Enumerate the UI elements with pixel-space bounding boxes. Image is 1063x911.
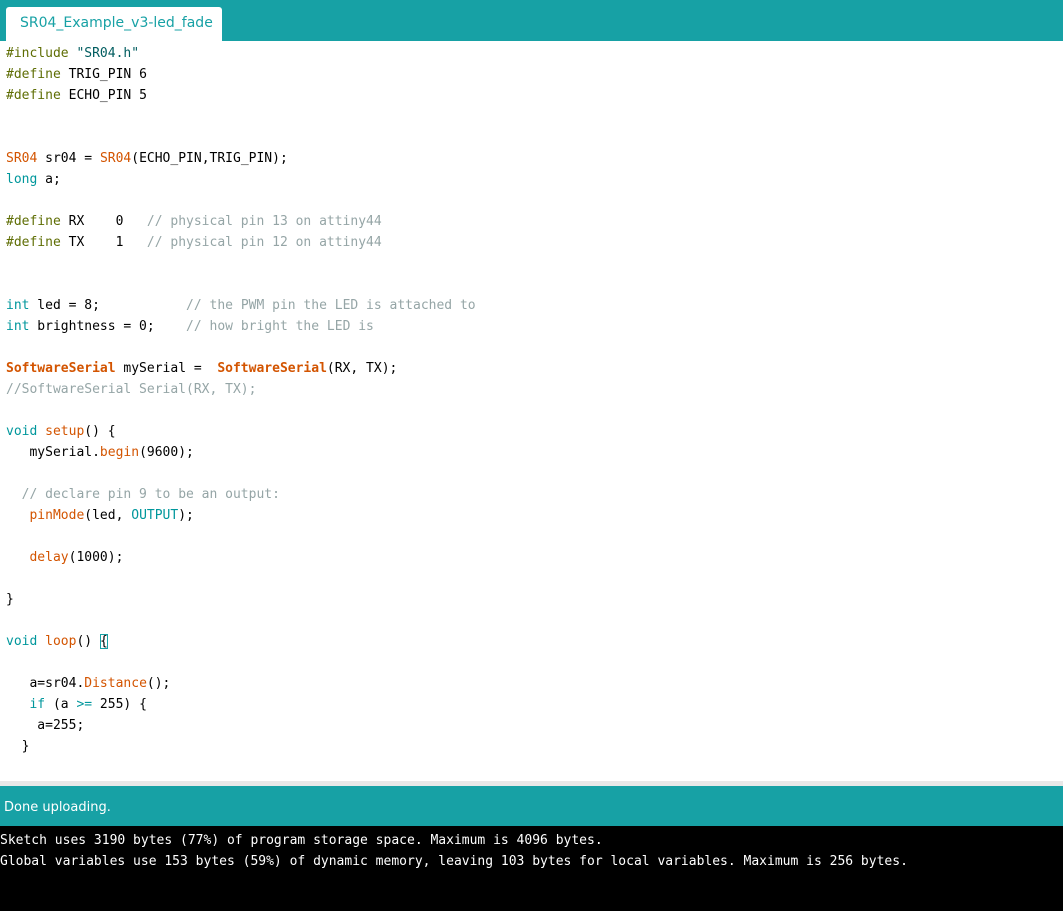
code-text: brightness = 0;: [29, 319, 187, 334]
code-class: SR04: [6, 151, 38, 166]
code-text: led = 8;: [29, 298, 187, 313]
code-comment: // the PWM pin the LED is attached to: [186, 298, 476, 313]
code-text: ();: [146, 676, 171, 691]
code-line: }: [6, 589, 14, 610]
code-line: void setup() {: [6, 421, 116, 442]
code-line: int led = 8; // the PWM pin the LED is a…: [6, 295, 476, 316]
code-text: (led,: [84, 508, 132, 523]
code-line: #define TRIG_PIN 6: [6, 64, 147, 85]
code-directive: #define: [6, 88, 61, 103]
code-line: pinMode(led, OUTPUT);: [6, 505, 194, 526]
code-line: // declare pin 9 to be an output:: [6, 484, 280, 505]
code-text: (9600);: [139, 445, 194, 460]
code-text: (ECHO_PIN,TRIG_PIN);: [131, 151, 288, 166]
code-text: 255) {: [92, 697, 147, 712]
code-line: delay(1000);: [6, 547, 123, 568]
code-text: }: [6, 592, 14, 607]
code-operator: >=: [76, 697, 93, 712]
code-text: sr04 =: [37, 151, 100, 166]
code-keyword: if: [29, 697, 46, 712]
code-line: int brightness = 0; // how bright the LE…: [6, 316, 374, 337]
code-directive: #define: [6, 214, 61, 229]
code-function: begin: [99, 445, 140, 460]
code-text: a=sr04.: [6, 676, 85, 691]
code-text: () {: [84, 424, 116, 439]
code-function: setup: [45, 424, 85, 439]
code-line: #define TX 1 // physical pin 12 on attin…: [6, 232, 382, 253]
code-line: }: [6, 736, 30, 757]
code-text: (): [76, 634, 100, 649]
code-editor[interactable]: #include "SR04.h" #define TRIG_PIN 6 #de…: [0, 41, 1063, 781]
code-text: }: [6, 739, 30, 754]
matched-bracket: {: [99, 634, 108, 649]
code-line: long a;: [6, 169, 61, 190]
code-keyword: void: [6, 634, 38, 649]
code-comment: // physical pin 13 on attiny44: [146, 214, 382, 229]
code-comment: // how bright the LED is: [186, 319, 374, 334]
code-keyword: int: [6, 298, 30, 313]
code-text: a=255;: [6, 718, 85, 733]
code-comment: //SoftwareSerial Serial(RX, TX);: [6, 382, 257, 397]
code-directive: #define: [6, 67, 61, 82]
code-comment: // physical pin 12 on attiny44: [146, 235, 382, 250]
code-directive: #define: [6, 235, 61, 250]
code-keyword: OUTPUT: [131, 508, 179, 523]
code-line: if (a >= 255) {: [6, 694, 147, 715]
code-line: a=sr04.Distance();: [6, 673, 170, 694]
status-message: Done uploading.: [4, 800, 111, 815]
code-line: a=255;: [6, 715, 84, 736]
status-bar: Done uploading.: [0, 786, 1063, 826]
code-line: void loop() {: [6, 631, 108, 652]
code-text: (a: [45, 697, 77, 712]
code-keyword: long: [6, 172, 38, 187]
code-text: );: [178, 508, 194, 523]
code-function: Distance: [84, 676, 147, 691]
code-line: mySerial.begin(9600);: [6, 442, 194, 463]
code-class: SoftwareSerial: [6, 361, 116, 376]
code-function: SoftwareSerial: [217, 361, 327, 376]
code-line: SR04 sr04 = SR04(ECHO_PIN,TRIG_PIN);: [6, 148, 288, 169]
code-function: delay: [29, 550, 69, 565]
code-line: SoftwareSerial mySerial = SoftwareSerial…: [6, 358, 397, 379]
code-string: "SR04.h": [76, 46, 140, 61]
code-line: #define ECHO_PIN 5: [6, 85, 147, 106]
code-text: TRIG_PIN 6: [60, 67, 147, 82]
code-line: #include "SR04.h": [6, 43, 139, 64]
code-text: ECHO_PIN 5: [60, 88, 147, 103]
code-function: loop: [45, 634, 77, 649]
output-console[interactable]: Sketch uses 3190 bytes (77%) of program …: [0, 826, 1063, 911]
code-text: (RX, TX);: [326, 361, 398, 376]
code-text: a;: [37, 172, 61, 187]
tab-bar: SR04_Example_v3-led_fade: [0, 0, 1063, 41]
code-comment: // declare pin 9 to be an output:: [21, 487, 280, 502]
code-function: SR04: [99, 151, 132, 166]
code-text: (1000);: [68, 550, 124, 565]
console-line: Sketch uses 3190 bytes (77%) of program …: [0, 833, 603, 848]
console-line: Global variables use 153 bytes (59%) of …: [0, 854, 908, 869]
code-line: //SoftwareSerial Serial(RX, TX);: [6, 379, 256, 400]
code-function: pinMode: [29, 508, 85, 523]
code-line: #define RX 0 // physical pin 13 on attin…: [6, 211, 382, 232]
code-text: mySerial.: [6, 445, 100, 460]
code-keyword: void: [6, 424, 38, 439]
code-directive: #include: [6, 46, 69, 61]
code-text: RX 0: [60, 214, 147, 229]
code-text: mySerial =: [115, 361, 218, 376]
code-keyword: int: [6, 319, 30, 334]
tab-sketch[interactable]: SR04_Example_v3-led_fade: [6, 7, 222, 41]
code-text: TX 1: [60, 235, 147, 250]
